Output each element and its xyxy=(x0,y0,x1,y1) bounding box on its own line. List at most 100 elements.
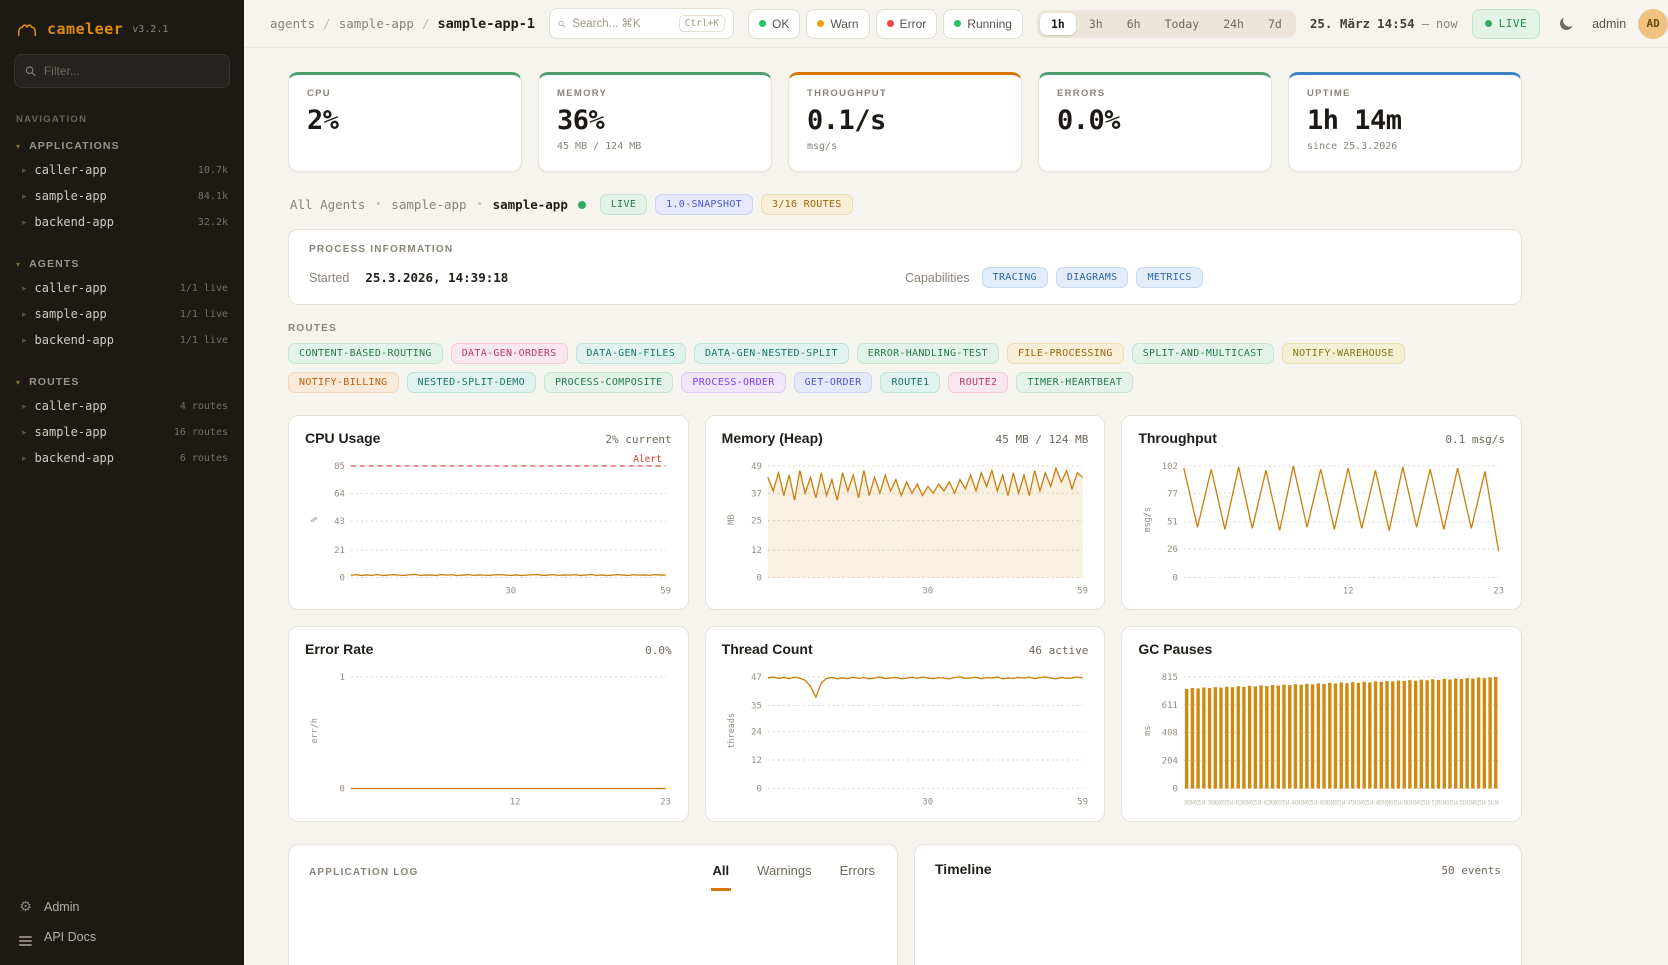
agent-crumb-all-agents[interactable]: All Agents xyxy=(290,197,365,212)
sidebar-item-routes-caller-app[interactable]: ▸caller-app4 routes xyxy=(0,393,244,419)
date-range-picker[interactable]: 25. März 14:54 — now xyxy=(1310,16,1458,31)
separator: / xyxy=(323,16,331,31)
capability-badge-diagrams: DIAGRAMS xyxy=(1056,267,1129,288)
search-icon xyxy=(25,65,36,77)
chart-plot: 012243547threads3059 xyxy=(722,665,1089,810)
route-pill-notify-warehouse[interactable]: NOTIFY-WAREHOUSE xyxy=(1282,343,1405,364)
sidebar-section-header-routes[interactable]: ▾ROUTES xyxy=(0,371,244,393)
route-pill-split-and-multicast[interactable]: SPLIT-AND-MULTICAST xyxy=(1132,343,1274,364)
sidebar-footer-api-docs[interactable]: API Docs xyxy=(18,929,226,945)
filter-chip-running[interactable]: Running xyxy=(943,9,1023,39)
sidebar-item-applications-backend-app[interactable]: ▸backend-app32.2k xyxy=(0,209,244,235)
svg-text:MB: MB xyxy=(726,515,736,525)
moon-icon xyxy=(1558,15,1575,32)
time-range-7d[interactable]: 7d xyxy=(1257,13,1293,35)
svg-text:0: 0 xyxy=(756,785,761,795)
log-tab-warnings[interactable]: Warnings xyxy=(755,861,813,891)
route-pill-process-composite[interactable]: PROCESS-COMPOSITE xyxy=(544,372,673,393)
sidebar-section-header-agents[interactable]: ▾AGENTS xyxy=(0,253,244,275)
timeline-header: Timeline 50 events xyxy=(935,861,1501,877)
route-pill-nested-split-demo[interactable]: NESTED-SPLIT-DEMO xyxy=(407,372,536,393)
sidebar-item-routes-sample-app[interactable]: ▸sample-app16 routes xyxy=(0,419,244,445)
avatar[interactable]: AD xyxy=(1638,9,1668,39)
chart-title: CPU Usage xyxy=(305,430,380,446)
filter-chip-warn[interactable]: Warn xyxy=(806,9,869,39)
sidebar-item-applications-caller-app[interactable]: ▸caller-app10.7k xyxy=(0,157,244,183)
sidebar-item-agents-sample-app[interactable]: ▸sample-app1/1 live xyxy=(0,301,244,327)
breadcrumb-sample-app[interactable]: sample-app xyxy=(339,16,414,31)
log-tab-all[interactable]: All xyxy=(711,861,732,891)
sidebar-item-agents-backend-app[interactable]: ▸backend-app1/1 live xyxy=(0,327,244,353)
breadcrumb-agents[interactable]: agents xyxy=(270,16,315,31)
route-pill-file-processing[interactable]: FILE-PROCESSING xyxy=(1007,343,1124,364)
svg-text:12: 12 xyxy=(1343,586,1354,596)
topbar-right-cluster: LIVE admin AD xyxy=(1472,9,1668,39)
svg-text:77: 77 xyxy=(1167,489,1178,499)
chart-header: CPU Usage 2% current xyxy=(305,430,672,446)
stat-card-uptime: UPTIME1h 14msince 25.3.2026 xyxy=(1288,72,1522,172)
route-pill-timer-heartbeat[interactable]: TIMER-HEARTBEAT xyxy=(1016,372,1133,393)
svg-text:49: 49 xyxy=(751,462,762,472)
time-range-24h[interactable]: 24h xyxy=(1212,13,1255,35)
chevron-right-icon: ▸ xyxy=(22,335,27,346)
sidebar-item-meta: 32.2k xyxy=(198,217,228,228)
svg-text:Alert: Alert xyxy=(633,454,661,465)
log-tab-errors[interactable]: Errors xyxy=(838,861,877,891)
live-badge[interactable]: LIVE xyxy=(1472,9,1541,39)
sidebar-section-applications: ▾APPLICATIONS▸caller-app10.7k▸sample-app… xyxy=(0,135,244,235)
route-pill-data-gen-orders[interactable]: DATA-GEN-ORDERS xyxy=(451,343,568,364)
application-log-header: APPLICATION LOG AllWarningsErrors xyxy=(309,861,877,891)
svg-text:msg/s: msg/s xyxy=(1142,507,1152,532)
agent-bar-crumbs: All Agents•sample-app•sample-app xyxy=(290,197,586,212)
search-input[interactable] xyxy=(572,18,672,30)
routes-heading: ROUTES xyxy=(288,323,1522,334)
route-pill-process-order[interactable]: PROCESS-ORDER xyxy=(681,372,785,393)
log-tabs: All Warnings Errors xyxy=(711,861,877,891)
svg-text:25: 25 xyxy=(751,517,762,527)
route-pill-route1[interactable]: ROUTE1 xyxy=(880,372,940,393)
svg-text:23: 23 xyxy=(1494,586,1505,596)
route-pill-data-gen-files[interactable]: DATA-GEN-FILES xyxy=(576,343,687,364)
sidebar-footer-admin[interactable]: ⚙Admin xyxy=(18,898,226,915)
filter-input[interactable] xyxy=(44,64,219,78)
live-dot-icon xyxy=(1485,20,1492,27)
agent-crumb-sample-app[interactable]: sample-app xyxy=(391,197,466,212)
route-pill-data-gen-nested-split[interactable]: DATA-GEN-NESTED-SPLIT xyxy=(694,343,849,364)
route-pill-route2[interactable]: ROUTE2 xyxy=(948,372,1008,393)
svg-text:47: 47 xyxy=(751,673,762,683)
sidebar-item-applications-sample-app[interactable]: ▸sample-app84.1k xyxy=(0,183,244,209)
chevron-right-icon: ▸ xyxy=(22,217,27,228)
dark-mode-toggle[interactable] xyxy=(1552,10,1580,38)
sidebar-item-agents-caller-app[interactable]: ▸caller-app1/1 live xyxy=(0,275,244,301)
route-pill-get-order[interactable]: GET-ORDER xyxy=(794,372,873,393)
route-pill-notify-billing[interactable]: NOTIFY-BILLING xyxy=(288,372,399,393)
main-content: CPU2%MEMORY36%45 MB / 124 MBTHROUGHPUT0.… xyxy=(244,48,1668,965)
time-range-today[interactable]: Today xyxy=(1154,13,1211,35)
chevron-right-icon: ▸ xyxy=(22,453,27,464)
chart-current-value: 0.1 msg/s xyxy=(1445,433,1505,446)
svg-text:59: 59 xyxy=(1077,586,1088,596)
time-range-6h[interactable]: 6h xyxy=(1116,13,1152,35)
filter-chip-ok[interactable]: OK xyxy=(748,9,800,39)
process-started: Started 25.3.2026, 14:39:18 xyxy=(309,270,905,285)
time-range-1h[interactable]: 1h xyxy=(1040,13,1076,35)
svg-text:24: 24 xyxy=(751,728,762,738)
sidebar-section-header-applications[interactable]: ▾APPLICATIONS xyxy=(0,135,244,157)
chart-title: Thread Count xyxy=(722,641,813,657)
time-range-3h[interactable]: 3h xyxy=(1078,13,1114,35)
chart-plot: 0204408611815ms2026032514:392026032514:4… xyxy=(1138,665,1505,810)
route-pill-content-based-routing[interactable]: CONTENT-BASED-ROUTING xyxy=(288,343,443,364)
svg-text:26: 26 xyxy=(1167,545,1178,555)
svg-text:1: 1 xyxy=(339,673,344,683)
sidebar-item-meta: 16 routes xyxy=(174,427,228,438)
route-pill-error-handling-test[interactable]: ERROR-HANDLING-TEST xyxy=(857,343,999,364)
sidebar-item-routes-backend-app[interactable]: ▸backend-app6 routes xyxy=(0,445,244,471)
sidebar-item-label: caller-app xyxy=(35,399,107,413)
svg-text:51: 51 xyxy=(1167,518,1178,528)
chevron-right-icon: ▸ xyxy=(22,165,27,176)
status-dot-icon xyxy=(954,20,961,27)
global-search[interactable]: Ctrl+K xyxy=(549,8,734,39)
filter-chip-error[interactable]: Error xyxy=(876,9,938,39)
chart-current-value: 2% current xyxy=(605,433,671,446)
started-label: Started xyxy=(309,271,349,285)
